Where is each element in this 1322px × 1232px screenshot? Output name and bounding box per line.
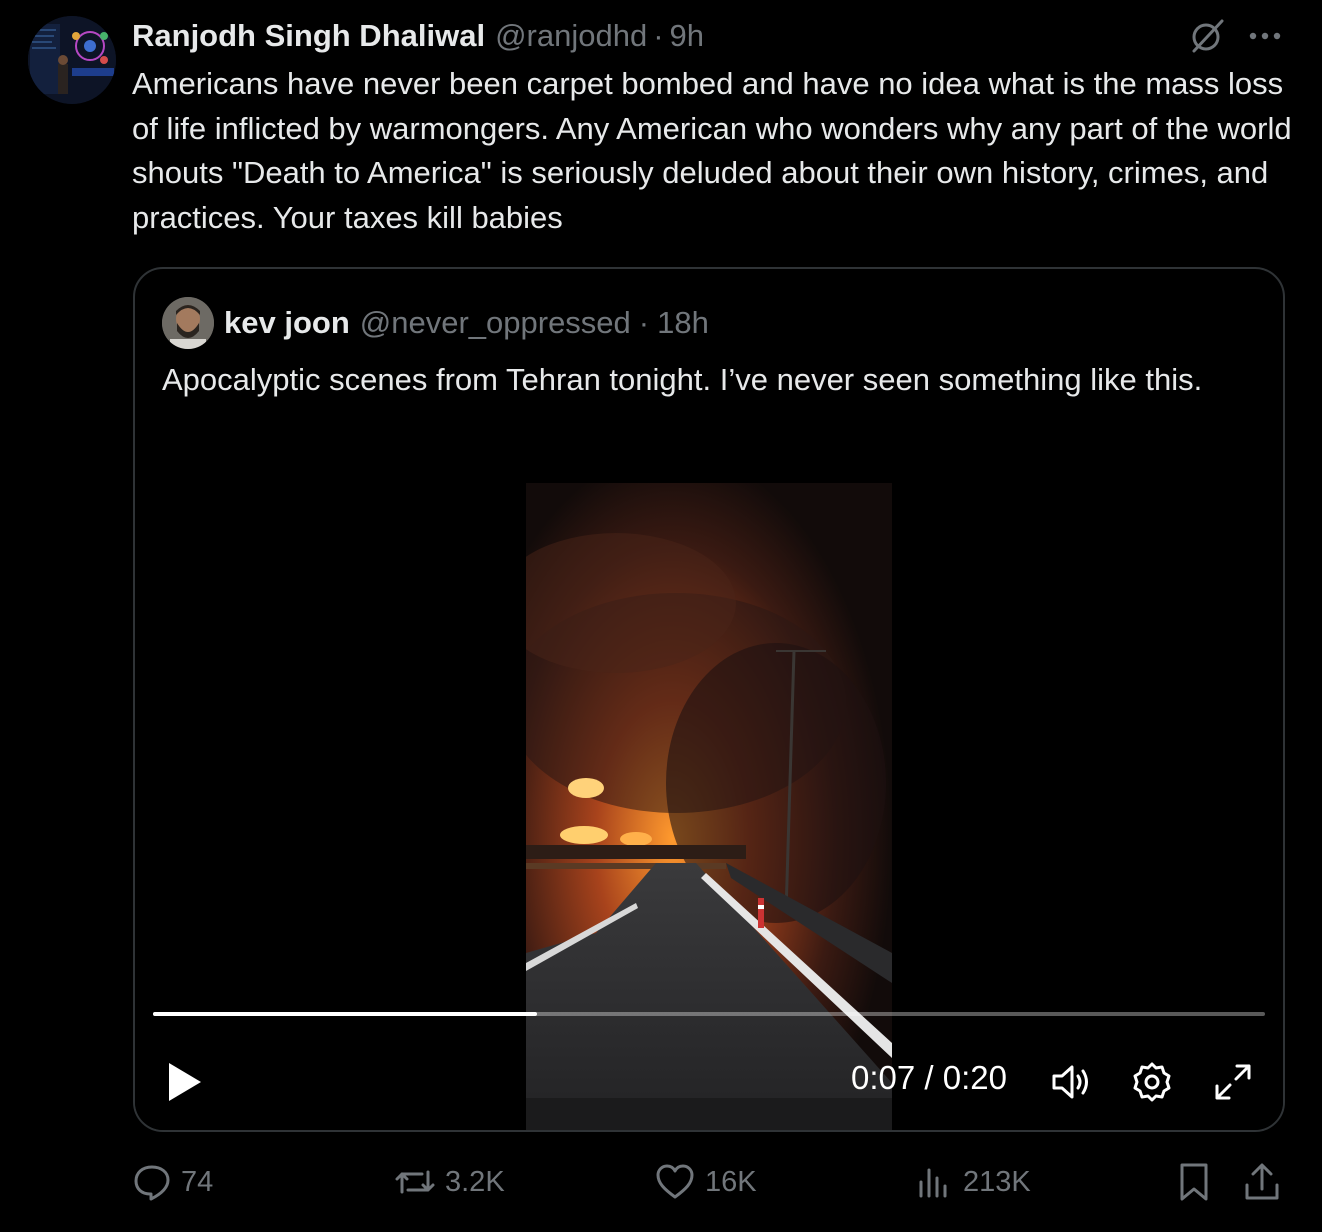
share-button[interactable] bbox=[1242, 1157, 1291, 1207]
video-player[interactable]: 0:07 / 0:20 bbox=[135, 483, 1283, 1130]
tweet-header: Ranjodh Singh Dhaliwal @ranjodhd · 9h bbox=[132, 14, 1282, 58]
like-button[interactable]: 16K bbox=[654, 1157, 757, 1207]
author-name[interactable]: Ranjodh Singh Dhaliwal bbox=[132, 18, 485, 54]
quote-author-avatar[interactable] bbox=[162, 297, 214, 349]
tweet-actions: 74 3.2K 16K 213K bbox=[132, 1157, 1292, 1207]
tweet-time[interactable]: 9h bbox=[670, 18, 704, 54]
bookmark-button[interactable] bbox=[1174, 1157, 1223, 1207]
reply-icon bbox=[134, 1165, 170, 1201]
author-handle[interactable]: @ranjodhd bbox=[495, 18, 647, 54]
heart-icon bbox=[656, 1164, 694, 1199]
quoted-tweet[interactable]: kev joon @never_oppressed · 18h Apocalyp… bbox=[133, 267, 1285, 1132]
quote-header: kev joon @never_oppressed · 18h bbox=[162, 297, 709, 349]
quote-time[interactable]: 18h bbox=[657, 305, 709, 341]
tweet[interactable]: Ranjodh Singh Dhaliwal @ranjodhd · 9h Am… bbox=[0, 0, 1322, 1232]
video-progress-fill bbox=[153, 1012, 537, 1016]
video-progress-bar[interactable] bbox=[153, 1012, 1265, 1016]
quote-text: Apocalyptic scenes from Tehran tonight. … bbox=[162, 362, 1203, 397]
video-time-display: 0:07 / 0:20 bbox=[851, 1059, 1007, 1096]
tweet-text: Americans have never been carpet bombed … bbox=[132, 66, 1292, 235]
separator-dot: · bbox=[653, 18, 664, 53]
repost-button[interactable]: 3.2K bbox=[394, 1157, 505, 1207]
quote-author-handle[interactable]: @never_oppressed bbox=[360, 305, 631, 341]
repost-icon bbox=[395, 1170, 435, 1194]
more-icon[interactable] bbox=[1248, 31, 1282, 41]
views-button[interactable]: 213K bbox=[914, 1157, 1031, 1207]
video-frame[interactable] bbox=[526, 483, 892, 1130]
views-icon bbox=[919, 1168, 947, 1198]
fullscreen-icon[interactable] bbox=[1211, 1060, 1255, 1104]
play-icon[interactable] bbox=[165, 1061, 205, 1103]
repost-count: 3.2K bbox=[445, 1165, 505, 1198]
volume-icon[interactable] bbox=[1050, 1060, 1094, 1104]
settings-icon[interactable] bbox=[1130, 1060, 1174, 1104]
like-count: 16K bbox=[705, 1165, 757, 1198]
quote-author-name[interactable]: kev joon bbox=[224, 305, 350, 341]
quote-separator-dot: · bbox=[638, 305, 650, 340]
share-icon bbox=[1245, 1163, 1279, 1200]
bookmark-icon bbox=[1180, 1163, 1208, 1201]
reply-button[interactable]: 74 bbox=[132, 1157, 213, 1207]
grok-icon[interactable] bbox=[1188, 17, 1226, 55]
reply-count: 74 bbox=[181, 1165, 214, 1198]
header-icons bbox=[1188, 14, 1282, 58]
views-count: 213K bbox=[963, 1165, 1031, 1198]
author-avatar[interactable] bbox=[28, 16, 116, 104]
